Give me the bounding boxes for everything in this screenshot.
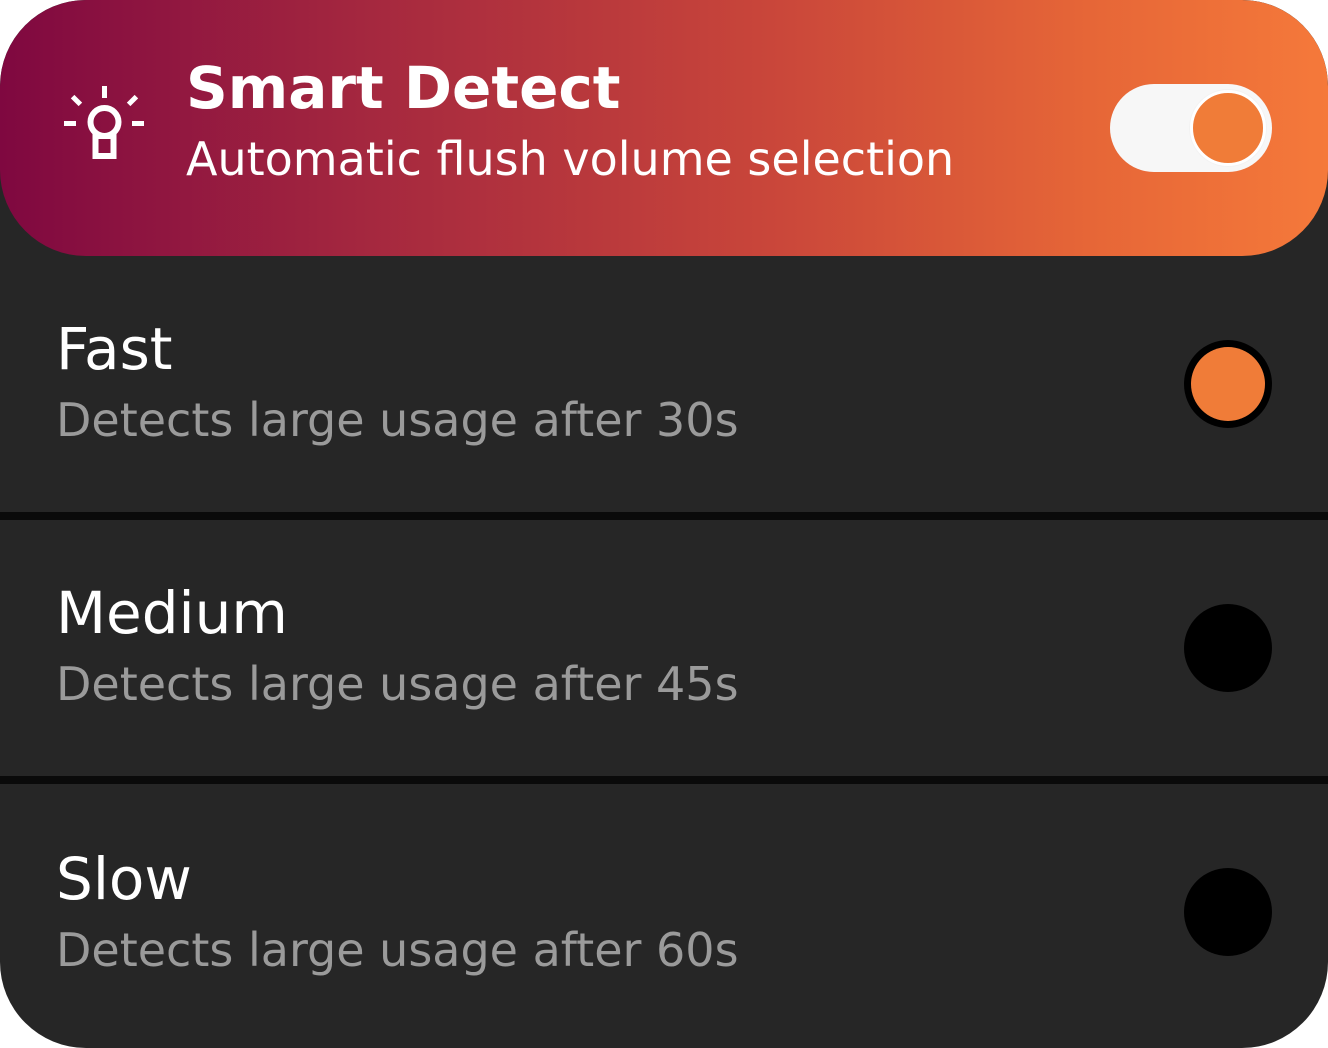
- smart-detect-toggle[interactable]: [1110, 84, 1272, 172]
- toggle-knob: [1190, 90, 1266, 166]
- radio-button-slow[interactable]: [1184, 868, 1272, 956]
- divider: [0, 512, 1328, 520]
- option-label: Fast: [56, 315, 173, 383]
- option-description: Detects large usage after 45s: [56, 657, 739, 711]
- option-description: Detects large usage after 60s: [56, 923, 739, 977]
- radio-button-medium[interactable]: [1184, 604, 1272, 692]
- divider: [0, 776, 1328, 784]
- option-label: Medium: [56, 579, 288, 647]
- radio-button-fast[interactable]: [1184, 340, 1272, 428]
- smart-detect-subtitle: Automatic flush volume selection: [186, 132, 955, 186]
- option-medium[interactable]: Medium Detects large usage after 45s: [0, 520, 1328, 776]
- option-fast[interactable]: Fast Detects large usage after 30s: [0, 256, 1328, 512]
- option-description: Detects large usage after 30s: [56, 393, 739, 447]
- smart-detect-header: Smart Detect Automatic flush volume sele…: [0, 0, 1328, 256]
- option-label: Slow: [56, 845, 192, 913]
- lightbulb-icon: [64, 86, 144, 159]
- radio-selected-dot: [1191, 347, 1265, 421]
- option-slow[interactable]: Slow Detects large usage after 60s: [0, 784, 1328, 1048]
- smart-detect-title: Smart Detect: [186, 54, 621, 122]
- smart-detect-card: Smart Detect Automatic flush volume sele…: [0, 0, 1328, 1048]
